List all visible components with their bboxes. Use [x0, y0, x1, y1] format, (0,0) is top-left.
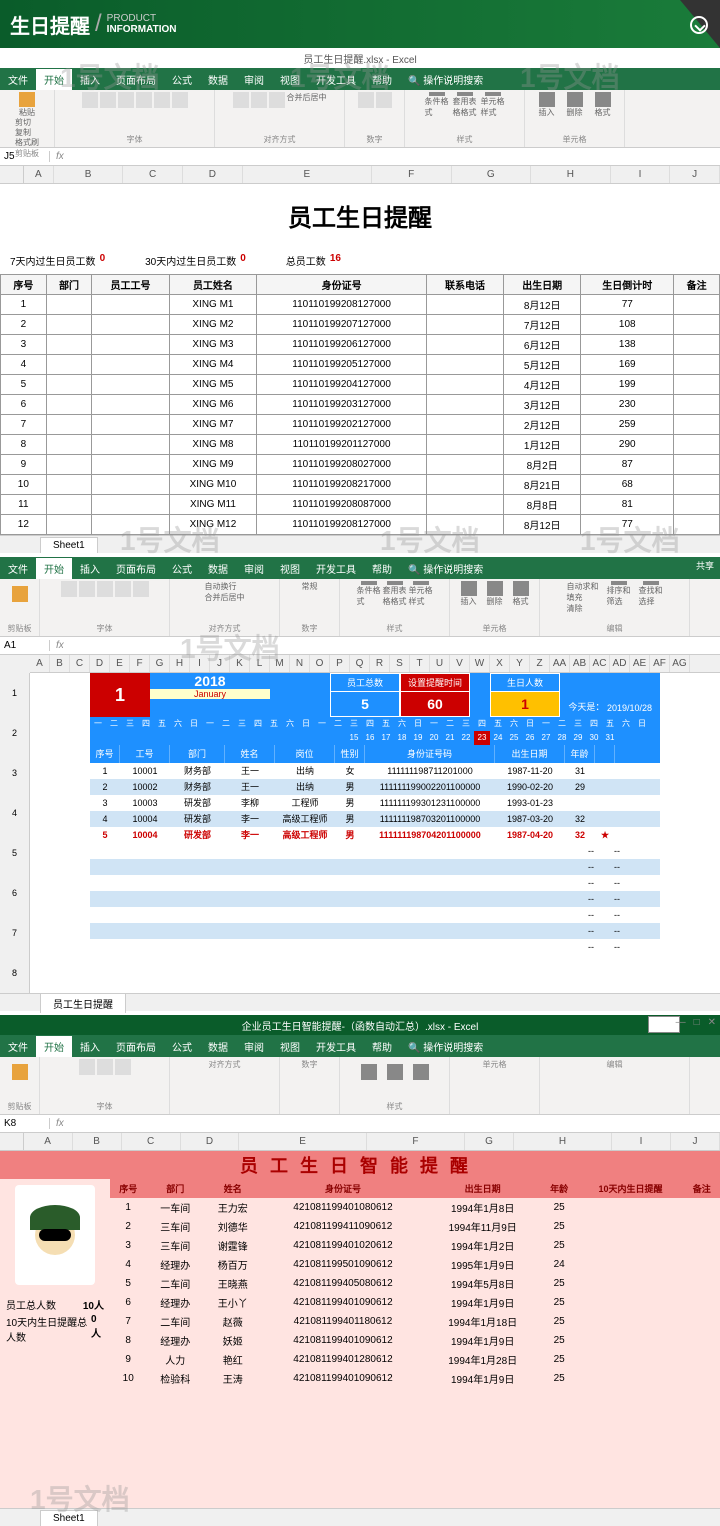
dashboard-header: 1 2018January 员工总数5 设置提醒时间60 生日人数1 今天是： … [90, 673, 660, 717]
title-bar: 员工生日提醒.xlsx - Excel [0, 48, 720, 68]
ribbon: 剪贴板 字体 自动换行合并后居中对齐方式 常规数字 条件格式套用表格格式单元格样… [0, 579, 720, 637]
paste-button[interactable]: 粘贴 [15, 92, 39, 118]
table-row[interactable]: 3三车间谢霆锋4210811994010206121994年1月2日25 [110, 1236, 720, 1255]
table-row[interactable]: 410004研发部李一高级工程师男11111119870320110000019… [90, 811, 660, 827]
formula-bar: J5 fx [0, 148, 720, 166]
font-color-button[interactable] [172, 92, 188, 108]
insert-button[interactable]: 插入 [535, 92, 559, 118]
table-row[interactable]: 1一车间王力宏4210811994010806121994年1月8日25 [110, 1198, 720, 1217]
table-row[interactable]: 4XING M41101101992051270005月12日169 [1, 355, 720, 375]
delete-button[interactable]: 删除 [563, 92, 587, 118]
sidebar: 员工总人数10人10天内生日提醒总人数0人 [0, 1179, 110, 1508]
table-row[interactable]: 7XING M71101101992021270002月12日259 [1, 415, 720, 435]
table-row[interactable]: 510004研发部李一高级工程师男11111119870420110000019… [90, 827, 660, 843]
table-row[interactable]: 4经理办杨百万4210811995010906121995年1月9日24 [110, 1255, 720, 1274]
ribbon-tabs: 文件开始插入页面布局公式数据审阅视图开发工具帮助🔍 操作说明搜索 [0, 68, 720, 90]
table-row[interactable]: 6经理办王小丫4210811994010906121994年1月9日25 [110, 1293, 720, 1312]
table-row[interactable]: 310003研发部李柳工程师男1111111993012311000001993… [90, 795, 660, 811]
ribbon-tab-8[interactable]: 开发工具 [308, 69, 364, 90]
fx-icon[interactable]: fx [50, 151, 70, 162]
dropdown-icon[interactable] [690, 16, 708, 34]
table-format-button[interactable]: 套用表格格式 [453, 92, 477, 118]
top-banner: 生日提醒 / PRODUCTINFORMATION [0, 0, 720, 48]
ribbon-tab-6[interactable]: 审阅 [236, 69, 272, 90]
italic-button[interactable] [100, 92, 116, 108]
excel-window-3: 企业员工生日智能提醒-（函数自动汇总）.xlsx - Excel 登录 —□✕ … [0, 1015, 720, 1526]
minimize-icon[interactable]: — [676, 1017, 686, 1028]
table-row[interactable]: 10检验科王涛4210811994010906121994年1月9日25 [110, 1369, 720, 1388]
sheet-tab[interactable]: Sheet1 [40, 1510, 98, 1526]
table-row[interactable]: 9XING M91101101992080270008月2日87 [1, 455, 720, 475]
ribbon-tab-2[interactable]: 插入 [72, 69, 108, 90]
formula-input[interactable] [70, 149, 720, 164]
employee-table: 序号部门员工工号员工姓名身份证号联系电话出生日期生日倒计时备注 1XING M1… [0, 274, 720, 535]
name-box[interactable]: J5 [0, 151, 50, 162]
ribbon-tab-4[interactable]: 公式 [164, 69, 200, 90]
ribbon-tab-9[interactable]: 帮助 [364, 69, 400, 90]
bold-button[interactable] [82, 92, 98, 108]
title-bar: 企业员工生日智能提醒-（函数自动汇总）.xlsx - Excel 登录 —□✕ [0, 1015, 720, 1035]
table-row[interactable]: 10XING M101101101992082170008月21日68 [1, 475, 720, 495]
maximize-icon[interactable]: □ [694, 1017, 700, 1028]
cell-style-button[interactable]: 单元格样式 [481, 92, 505, 118]
table-row[interactable]: 7二车间赵薇4210811994011806121994年1月18日25 [110, 1312, 720, 1331]
ribbon-tabs: 文件开始插入页面布局公式数据审阅视图开发工具帮助🔍 操作说明搜索共享 [0, 557, 720, 579]
format-button[interactable]: 格式 [591, 92, 615, 118]
table-row[interactable]: 2XING M21101101992071270007月12日108 [1, 315, 720, 335]
close-icon[interactable]: ✕ [708, 1017, 716, 1028]
table-row[interactable]: 12XING M121101101992081270008月12日77 [1, 515, 720, 535]
table-row[interactable]: 110001财务部王一出纳女1111111987112010001987-11-… [90, 763, 660, 779]
table-row[interactable]: 9人力艳红4210811994012806121994年1月28日25 [110, 1350, 720, 1369]
table-row[interactable]: 5二车间王晓燕4210811994050806121994年5月8日25 [110, 1274, 720, 1293]
table-row[interactable]: 1XING M11101101992081270008月12日77 [1, 295, 720, 315]
ribbon-tab-1[interactable]: 开始 [36, 69, 72, 90]
border-button[interactable] [136, 92, 152, 108]
share-button[interactable]: 共享 [696, 559, 714, 572]
excel-window-1: 1号文档 1号文档 1号文档 员工生日提醒.xlsx - Excel 文件开始插… [0, 48, 720, 553]
employee-table: 序号部门姓名身份证号出生日期年龄10天内生日提醒备注 1一车间王力宏421081… [110, 1179, 720, 1388]
ribbon-tab-3[interactable]: 页面布局 [108, 69, 164, 90]
underline-button[interactable] [118, 92, 134, 108]
table-row[interactable]: 2三车间刘德华4210811994110906121994年11月9日25 [110, 1217, 720, 1236]
table-row[interactable]: 8XING M81101101992011270001月12日290 [1, 435, 720, 455]
table-row[interactable]: 3XING M31101101992061270006月12日138 [1, 335, 720, 355]
table-row[interactable]: 11XING M111101101992080870008月8日81 [1, 495, 720, 515]
ribbon-tab-7[interactable]: 视图 [272, 69, 308, 90]
fill-color-button[interactable] [154, 92, 170, 108]
ribbon-tab-5[interactable]: 数据 [200, 69, 236, 90]
name-box[interactable]: A1 [0, 640, 50, 651]
banner-title: 生日提醒 [10, 10, 90, 39]
ribbon: 粘贴 剪切复制格式刷 剪贴板 字体 合并后居中 对齐方式 数字 条件格式 套用表… [0, 90, 720, 148]
summary-row: 7天内过生日员工数030天内过生日员工数0总员工数16 [0, 247, 720, 274]
excel-window-2: 文件开始插入页面布局公式数据审阅视图开发工具帮助🔍 操作说明搜索共享 剪贴板 字… [0, 557, 720, 1011]
table-row[interactable]: 8经理办妖姬4210811994010906121994年1月9日25 [110, 1331, 720, 1350]
sheet-tabs: Sheet1 [0, 535, 720, 553]
sheet-tab[interactable]: Sheet1 [40, 537, 98, 553]
table-row[interactable]: 6XING M61101101992031270003月12日230 [1, 395, 720, 415]
ribbon-tab-0[interactable]: 文件 [0, 69, 36, 90]
avatar [15, 1185, 95, 1285]
table-row[interactable]: 210002财务部王一出纳男1111111990022011000001990-… [90, 779, 660, 795]
sheet-tab[interactable]: 员工生日提醒 [40, 993, 126, 1013]
cond-format-button[interactable]: 条件格式 [425, 92, 449, 118]
paste-button[interactable] [8, 581, 32, 607]
page-title: 员工生日提醒 [0, 184, 720, 247]
banner-title: 员工生日智能提醒 [0, 1151, 720, 1179]
name-box[interactable]: K8 [0, 1118, 50, 1129]
table-row[interactable]: 5XING M51101101992041270004月12日199 [1, 375, 720, 395]
ribbon: 剪贴板 字体 对齐方式 数字 样式 单元格 编辑 [0, 1057, 720, 1115]
